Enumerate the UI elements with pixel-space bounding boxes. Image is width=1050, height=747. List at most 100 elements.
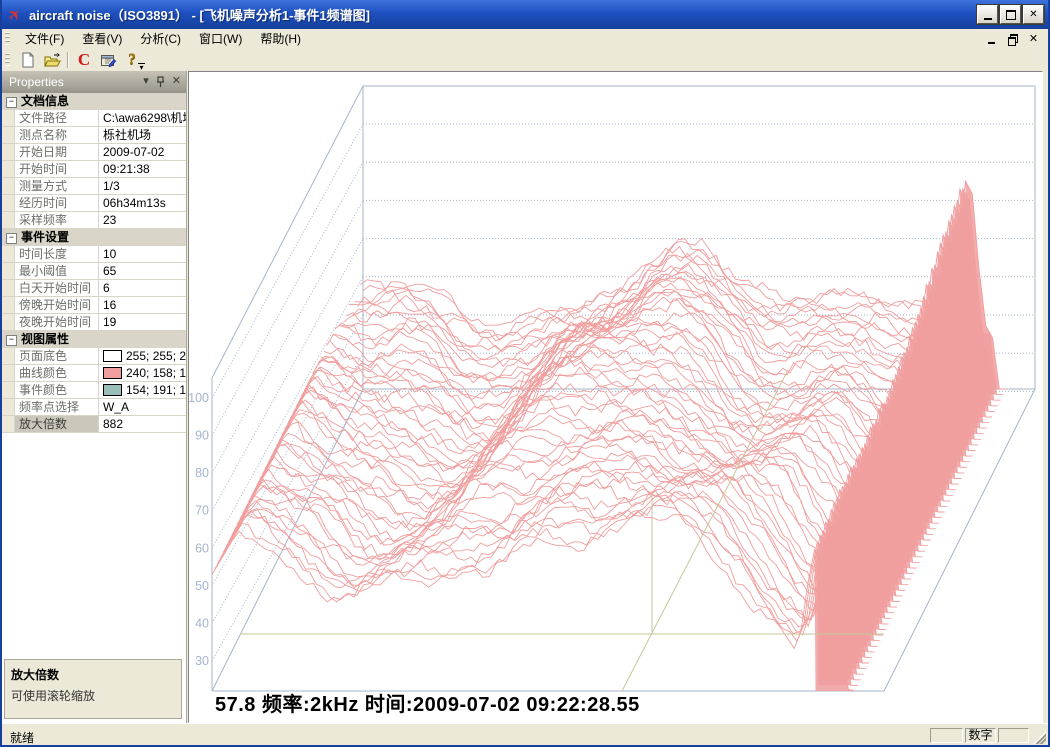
row-gutter bbox=[2, 246, 15, 262]
window-title: aircraft noise（ISO3891） - [飞机噪声分析1-事件1频谱… bbox=[29, 5, 370, 24]
panel-close-icon[interactable]: ✕ bbox=[172, 75, 181, 88]
main-area: Properties ▾ ✕ −文档信息文件路径C:\awa6298\机场测点名… bbox=[2, 71, 1048, 723]
minimize-button[interactable] bbox=[977, 5, 998, 24]
mdi-restore-button[interactable] bbox=[1006, 32, 1019, 45]
property-row[interactable]: 时间长度10 bbox=[2, 246, 186, 263]
axis-tick-label: 60 bbox=[195, 541, 209, 555]
property-row[interactable]: 经历时间06h34m13s bbox=[2, 195, 186, 212]
property-label: 白天开始时间 bbox=[15, 280, 99, 296]
band-curve bbox=[215, 505, 858, 685]
property-label: 文件路径 bbox=[15, 110, 99, 126]
collapse-minus-icon[interactable]: − bbox=[6, 233, 17, 244]
band-curve bbox=[212, 512, 855, 691]
property-value[interactable]: 154; 191; 18 bbox=[99, 382, 186, 398]
property-value[interactable]: 10 bbox=[99, 246, 186, 262]
row-gutter bbox=[2, 399, 15, 415]
property-value[interactable]: 1/3 bbox=[99, 178, 186, 194]
property-row[interactable]: 文件路径C:\awa6298\机场 bbox=[2, 110, 186, 127]
row-gutter bbox=[2, 314, 15, 330]
section-header[interactable]: −视图属性 bbox=[2, 331, 186, 348]
property-value[interactable]: 2009-07-02 bbox=[99, 144, 186, 160]
property-value[interactable]: 16 bbox=[99, 297, 186, 313]
property-row[interactable]: 测量方式1/3 bbox=[2, 178, 186, 195]
maximize-button[interactable] bbox=[1000, 5, 1021, 24]
property-row[interactable]: 开始日期2009-07-02 bbox=[2, 144, 186, 161]
application-window: { "window": { "title": "aircraft noise（I… bbox=[0, 0, 1050, 747]
new-document-button[interactable] bbox=[17, 50, 39, 70]
properties-panel: Properties ▾ ✕ −文档信息文件路径C:\awa6298\机场测点名… bbox=[2, 71, 187, 723]
property-row[interactable]: 测点名称栎社机场 bbox=[2, 127, 186, 144]
property-value[interactable]: 240; 158; 15 bbox=[99, 365, 186, 381]
property-value[interactable]: 09:21:38 bbox=[99, 161, 186, 177]
property-row[interactable]: 频率点选择W_A bbox=[2, 399, 186, 416]
section-header[interactable]: −事件设置 bbox=[2, 229, 186, 246]
collapse-minus-icon[interactable]: − bbox=[6, 335, 17, 346]
menu-item-file[interactable]: 文件(F) bbox=[16, 30, 73, 48]
menu-item-window[interactable]: 窗口(W) bbox=[190, 30, 251, 48]
row-gutter bbox=[2, 110, 15, 126]
row-gutter bbox=[2, 127, 15, 143]
properties-panel-header[interactable]: Properties ▾ ✕ bbox=[2, 71, 186, 93]
menu-item-analysis[interactable]: 分析(C) bbox=[131, 30, 190, 48]
property-row[interactable]: 傍晚开始时间16 bbox=[2, 297, 186, 314]
axis-tick-label: 40 bbox=[195, 616, 209, 630]
panel-pin-icon[interactable] bbox=[156, 76, 165, 88]
mdi-close-button[interactable]: ✕ bbox=[1027, 32, 1040, 45]
toolbar-separator bbox=[67, 52, 69, 68]
menu-item-view[interactable]: 查看(V) bbox=[73, 30, 131, 48]
section-header[interactable]: −文档信息 bbox=[2, 93, 186, 110]
band-curve bbox=[220, 492, 863, 675]
property-value[interactable]: 6 bbox=[99, 280, 186, 296]
property-value[interactable]: 255; 255; 25 bbox=[99, 348, 186, 364]
property-value[interactable]: 882 bbox=[99, 416, 186, 432]
property-value[interactable]: 06h34m13s bbox=[99, 195, 186, 211]
open-folder-icon bbox=[44, 52, 61, 68]
status-pane-3 bbox=[998, 728, 1029, 743]
properties-panel-title: Properties bbox=[9, 75, 64, 89]
property-row[interactable]: 采样频率23 bbox=[2, 212, 186, 229]
open-file-button[interactable] bbox=[41, 50, 63, 70]
mdi-minimize-icon bbox=[988, 33, 995, 44]
property-row[interactable]: 最小阈值65 bbox=[2, 263, 186, 280]
property-description-box: 放大倍数 可使用滚轮缩放 bbox=[4, 659, 182, 719]
property-row[interactable]: 白天开始时间6 bbox=[2, 280, 186, 297]
property-value[interactable]: W_A bbox=[99, 399, 186, 415]
properties-dialog-icon bbox=[100, 52, 117, 68]
resize-grip[interactable] bbox=[1033, 731, 1046, 744]
toolbar-grip-handle[interactable] bbox=[5, 53, 10, 66]
close-button[interactable]: ✕ bbox=[1023, 5, 1044, 24]
property-value[interactable]: 23 bbox=[99, 212, 186, 228]
property-value[interactable]: 栎社机场 bbox=[99, 127, 186, 143]
property-description-title: 放大倍数 bbox=[11, 666, 175, 683]
menu-item-help[interactable]: 帮助(H) bbox=[251, 30, 310, 48]
row-gutter bbox=[2, 348, 15, 364]
property-row[interactable]: 夜晚开始时间19 bbox=[2, 314, 186, 331]
property-row[interactable]: 开始时间09:21:38 bbox=[2, 161, 186, 178]
collapse-minus-icon[interactable]: − bbox=[6, 97, 17, 108]
property-row[interactable]: 页面底色255; 255; 25 bbox=[2, 348, 186, 365]
property-row[interactable]: 曲线颜色240; 158; 15 bbox=[2, 365, 186, 382]
row-gutter bbox=[2, 365, 15, 381]
mdi-minimize-button[interactable] bbox=[985, 32, 998, 45]
property-description-text: 可使用滚轮缩放 bbox=[11, 687, 175, 704]
section-label: 事件设置 bbox=[21, 229, 69, 245]
property-value[interactable]: C:\awa6298\机场 bbox=[99, 110, 186, 126]
panel-chevron-down-icon[interactable]: ▾ bbox=[143, 75, 149, 88]
property-label: 开始时间 bbox=[15, 161, 99, 177]
property-label: 夜晚开始时间 bbox=[15, 314, 99, 330]
title-bar[interactable]: ✈ aircraft noise（ISO3891） - [飞机噪声分析1-事件1… bbox=[0, 0, 1050, 29]
property-value[interactable]: 65 bbox=[99, 263, 186, 279]
row-gutter bbox=[2, 416, 15, 432]
row-gutter bbox=[2, 212, 15, 228]
property-row[interactable]: 事件颜色154; 191; 18 bbox=[2, 382, 186, 399]
row-gutter bbox=[2, 144, 15, 160]
properties-button[interactable] bbox=[97, 50, 119, 70]
property-label: 采样频率 bbox=[15, 212, 99, 228]
calibration-button[interactable]: C bbox=[73, 50, 95, 70]
property-value[interactable]: 19 bbox=[99, 314, 186, 330]
spectrum-waterfall-chart[interactable]: 10090807060504030 bbox=[189, 72, 1042, 722]
toolbar-overflow-button[interactable]: ▾ bbox=[136, 58, 147, 71]
color-swatch bbox=[103, 350, 122, 362]
property-row[interactable]: 放大倍数882 bbox=[2, 416, 186, 433]
menubar-grip-handle[interactable] bbox=[5, 32, 10, 45]
